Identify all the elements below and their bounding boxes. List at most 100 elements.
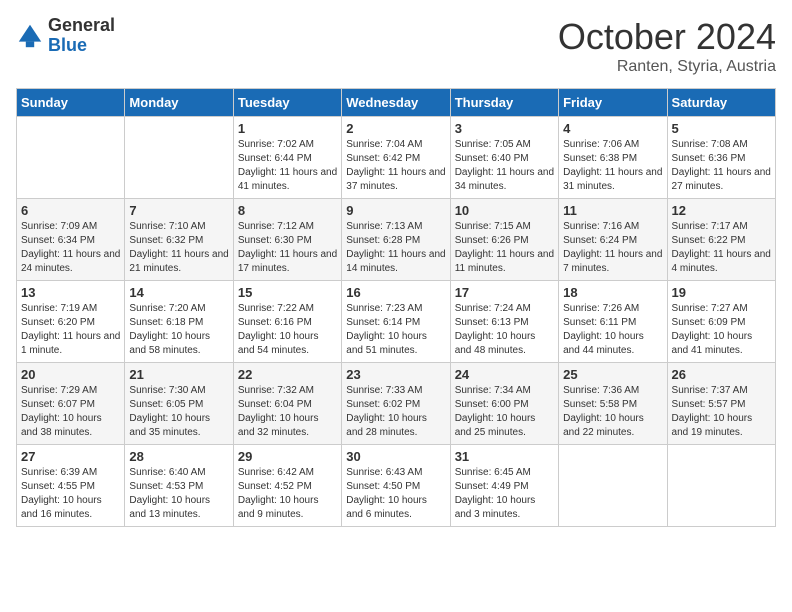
cell-text: Sunrise: 6:42 AM — [238, 466, 337, 480]
cell-text: Sunset: 6:00 PM — [455, 398, 554, 412]
calendar-cell: 11Sunrise: 7:16 AMSunset: 6:24 PMDayligh… — [559, 199, 667, 281]
calendar-week-3: 13 Sunrise: 7:19 AMSunset: 6:20 PM Dayligh… — [17, 281, 776, 363]
calendar-cell: 20Sunrise: 7:29 AMSunset: 6:07 PMDayligh… — [17, 363, 125, 445]
cell-text: Sunset: 6:09 PM — [672, 316, 771, 330]
day-number: 23 — [346, 367, 445, 382]
cell-text: Sunrise: 7:37 AM — [672, 384, 771, 398]
day-number: 12 — [672, 203, 771, 218]
cell-text: Sunrise: 7:33 AM — [346, 384, 445, 398]
cell-text: Daylight: 10 hours and 32 minutes. — [238, 412, 337, 440]
day-number: 6 — [21, 203, 120, 218]
cell-text: Sunset: 6:38 PM — [563, 152, 662, 166]
cell-text: Daylight: 10 hours and 22 minutes. — [563, 412, 662, 440]
day-number: 26 — [672, 367, 771, 382]
calendar-cell: 2Sunrise: 7:04 AMSunset: 6:42 PMDaylight… — [342, 117, 450, 199]
calendar-cell: 22Sunrise: 7:32 AMSunset: 6:04 PMDayligh… — [233, 363, 341, 445]
cell-text: Sunrise: 7:23 AM — [346, 302, 445, 316]
month-title: October 2024 — [558, 16, 776, 58]
calendar-week-2: 6Sunrise: 7:09 AMSunset: 6:34 PMDaylight… — [17, 199, 776, 281]
calendar-cell: 29Sunrise: 6:42 AMSunset: 4:52 PMDayligh… — [233, 445, 341, 527]
cell-text: Sunset: 6:24 PM — [563, 234, 662, 248]
day-number: 3 — [455, 121, 554, 136]
cell-text: Sunset: 6:20 PM — [21, 316, 120, 330]
calendar-cell: 18Sunrise: 7:26 AMSunset: 6:11 PMDayligh… — [559, 281, 667, 363]
cell-text: Sunrise: 7:36 AM — [563, 384, 662, 398]
day-number: 5 — [672, 121, 771, 136]
cell-text: Daylight: 10 hours and 3 minutes. — [455, 494, 554, 522]
title-block: October 2024 Ranten, Styria, Austria — [558, 16, 776, 76]
day-number: 14 — [129, 285, 228, 300]
cell-text: Sunrise: 6:45 AM — [455, 466, 554, 480]
cell-text: Sunrise: 6:40 AM — [129, 466, 228, 480]
cell-text: Sunrise: 7:15 AM — [455, 220, 554, 234]
cell-text: Daylight: 10 hours and 44 minutes. — [563, 330, 662, 358]
cell-text: Daylight: 10 hours and 6 minutes. — [346, 494, 445, 522]
location-title: Ranten, Styria, Austria — [558, 58, 776, 76]
cell-text: Sunset: 6:16 PM — [238, 316, 337, 330]
calendar-week-1: 1Sunrise: 7:02 AMSunset: 6:44 PMDaylight… — [17, 117, 776, 199]
day-number: 1 — [238, 121, 337, 136]
day-number: 17 — [455, 285, 554, 300]
cell-text: Sunrise: 7:16 AM — [563, 220, 662, 234]
day-number: 29 — [238, 449, 337, 464]
cell-text: Sunset: 6:11 PM — [563, 316, 662, 330]
cell-text: Sunset: 5:58 PM — [563, 398, 662, 412]
calendar-cell: 26Sunrise: 7:37 AMSunset: 5:57 PMDayligh… — [667, 363, 775, 445]
cell-text: Sunset: 6:14 PM — [346, 316, 445, 330]
cell-text: Daylight: 11 hours and 21 minutes. — [129, 248, 228, 276]
day-number: 13 — [21, 285, 120, 300]
calendar-body: 1Sunrise: 7:02 AMSunset: 6:44 PMDaylight… — [17, 117, 776, 527]
cell-text: Daylight: 11 hours and 4 minutes. — [672, 248, 771, 276]
cell-text: Sunset: 4:55 PM — [21, 480, 120, 494]
cell-text: Sunrise: 7:27 AM — [672, 302, 771, 316]
cell-text: Sunset: 6:30 PM — [238, 234, 337, 248]
calendar-cell: 13Sunrise: 7:19 AMSunset: 6:20 PMDayligh… — [17, 281, 125, 363]
header-cell-thursday: Thursday — [450, 89, 558, 117]
cell-text: Sunset: 6:44 PM — [238, 152, 337, 166]
cell-text: Sunrise: 7:13 AM — [346, 220, 445, 234]
calendar-cell: 25 Sunrise: 7:36 AMSunset: 5:58 PMDayligh… — [559, 363, 667, 445]
calendar-cell — [17, 117, 125, 199]
cell-text: Sunrise: 7:20 AM — [129, 302, 228, 316]
cell-text: Sunrise: 7:17 AM — [672, 220, 771, 234]
cell-text: Sunrise: 7:32 AM — [238, 384, 337, 398]
calendar-cell: 4Sunrise: 7:06 AMSunset: 6:38 PMDaylight… — [559, 117, 667, 199]
calendar-week-4: 20Sunrise: 7:29 AMSunset: 6:07 PMDayligh… — [17, 363, 776, 445]
calendar-cell: 8Sunrise: 7:12 AMSunset: 6:30 PMDaylight… — [233, 199, 341, 281]
calendar-cell: 17Sunrise: 7:24 AMSunset: 6:13 PMDayligh… — [450, 281, 558, 363]
day-number: 15 — [238, 285, 337, 300]
day-number: 11 — [563, 203, 662, 218]
logo-blue: Blue — [48, 36, 115, 56]
cell-text: Sunset: 6:04 PM — [238, 398, 337, 412]
day-number: 27 — [21, 449, 120, 464]
header-cell-monday: Monday — [125, 89, 233, 117]
cell-text: Sunset: 6:36 PM — [672, 152, 771, 166]
calendar-cell: 21Sunrise: 7:30 AMSunset: 6:05 PMDayligh… — [125, 363, 233, 445]
header-cell-sunday: Sunday — [17, 89, 125, 117]
calendar-cell: 19Sunrise: 7:27 AMSunset: 6:09 PMDayligh… — [667, 281, 775, 363]
calendar-week-5: 27Sunrise: 6:39 AMSunset: 4:55 PMDayligh… — [17, 445, 776, 527]
cell-text: Sunrise: 7:19 AM — [21, 302, 120, 316]
calendar-cell: 10Sunrise: 7:15 AMSunset: 6:26 PMDayligh… — [450, 199, 558, 281]
day-number: 28 — [129, 449, 228, 464]
page-header: General Blue October 2024 Ranten, Styria… — [16, 16, 776, 76]
day-number: 21 — [129, 367, 228, 382]
cell-text: Sunset: 4:49 PM — [455, 480, 554, 494]
calendar-cell: 9Sunrise: 7:13 AMSunset: 6:28 PMDaylight… — [342, 199, 450, 281]
calendar-cell — [559, 445, 667, 527]
calendar-cell: 14Sunrise: 7:20 AMSunset: 6:18 PMDayligh… — [125, 281, 233, 363]
calendar-cell: 30Sunrise: 6:43 AMSunset: 4:50 PMDayligh… — [342, 445, 450, 527]
cell-text: Daylight: 10 hours and 38 minutes. — [21, 412, 120, 440]
cell-text: Sunrise: 7:10 AM — [129, 220, 228, 234]
day-number: 25 — [563, 367, 662, 382]
calendar-cell: 23Sunrise: 7:33 AMSunset: 6:02 PMDayligh… — [342, 363, 450, 445]
cell-text: Daylight: 10 hours and 35 minutes. — [129, 412, 228, 440]
cell-text: Sunrise: 7:29 AM — [21, 384, 120, 398]
calendar-table: SundayMondayTuesdayWednesdayThursdayFrid… — [16, 88, 776, 527]
day-number: 4 — [563, 121, 662, 136]
cell-text: Daylight: 11 hours and 34 minutes. — [455, 166, 554, 194]
cell-text: Sunset: 6:02 PM — [346, 398, 445, 412]
cell-text: Sunset: 6:22 PM — [672, 234, 771, 248]
cell-text: Sunset: 4:52 PM — [238, 480, 337, 494]
cell-text: Sunset: 6:18 PM — [129, 316, 228, 330]
